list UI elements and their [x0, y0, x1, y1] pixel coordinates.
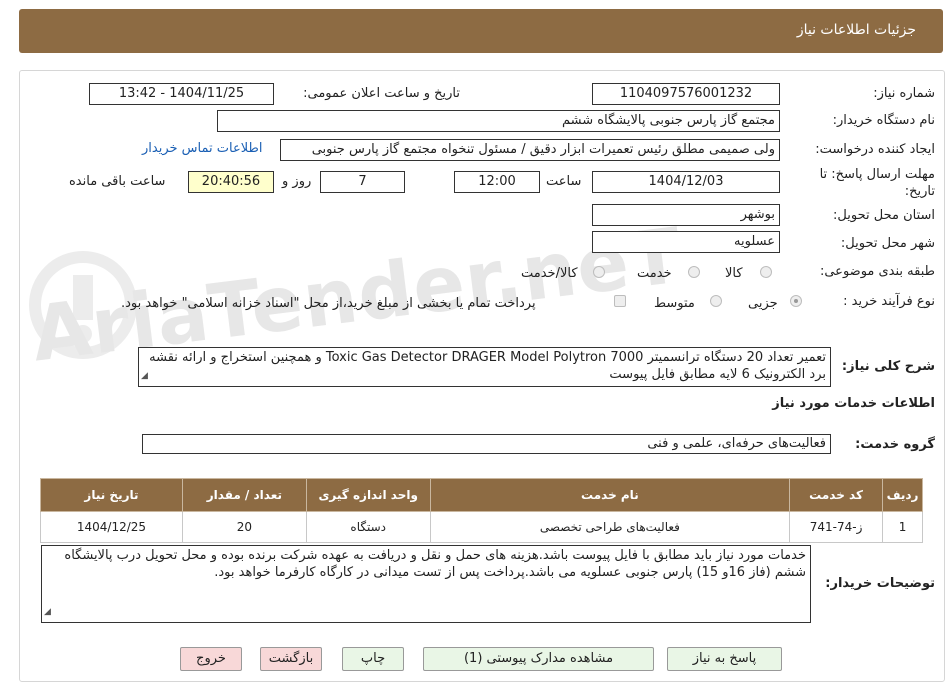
city-label: شهر محل تحویل:: [840, 236, 935, 251]
remaining-time-field[interactable]: 20:40:56: [188, 171, 274, 193]
process-radio-medium[interactable]: [710, 295, 722, 307]
buyer-notes-label: توضیحات خریدار:: [825, 576, 935, 591]
resize-handle-icon[interactable]: ◢: [141, 368, 148, 385]
summary-textarea[interactable]: تعمیر تعداد 20 دستگاه ترانسمیتر Toxic Ga…: [138, 347, 831, 387]
col-header-unit: واحد اندازه گیری: [305, 478, 431, 512]
buyer-notes-text: خدمات مورد نیاز باید مطابق با فایل پیوست…: [64, 548, 806, 580]
print-button[interactable]: چاپ: [342, 647, 404, 671]
treasury-payment-checkbox[interactable]: [614, 295, 626, 307]
cell-row-number: 1: [882, 511, 923, 543]
buyer-field[interactable]: مجتمع گاز پارس جنوبی پالایشگاه ششم: [217, 110, 780, 132]
view-attachments-button[interactable]: مشاهده مدارک پیوستی (1): [423, 647, 654, 671]
need-number-label: شماره نیاز:: [873, 86, 935, 101]
deadline-time-field[interactable]: 12:00: [454, 171, 540, 193]
resize-handle-icon[interactable]: ◢: [44, 604, 51, 621]
need-number-field[interactable]: 1104097576001232: [592, 83, 780, 105]
process-option-medium: متوسط: [654, 296, 695, 311]
remaining-time-label: ساعت باقی مانده: [69, 174, 166, 189]
announce-label: تاریخ و ساعت اعلان عمومی:: [303, 86, 460, 101]
deadline-label: مهلت ارسال پاسخ: تا: [819, 167, 935, 182]
city-field[interactable]: عسلویه: [592, 231, 780, 253]
cell-unit: دستگاه: [305, 511, 431, 543]
deadline-time-label: ساعت: [546, 174, 582, 189]
days-remaining-field[interactable]: 7: [320, 171, 405, 193]
exit-button[interactable]: خروج: [180, 647, 242, 671]
creator-field[interactable]: ولی صمیمی مطلق رئیس تعمیرات ابزار دقیق /…: [280, 139, 780, 161]
cell-service-name: فعالیت‌های طراحی تخصصی: [429, 511, 791, 543]
reply-button[interactable]: پاسخ به نیاز: [667, 647, 782, 671]
announce-datetime-field[interactable]: 1404/11/25 - 13:42: [89, 83, 274, 105]
category-radio-goods[interactable]: [760, 266, 772, 278]
treasury-payment-note: پرداخت تمام یا بخشی از مبلغ خرید،از محل …: [121, 296, 536, 311]
deadline-date-field[interactable]: 1404/12/03: [592, 171, 780, 193]
col-header-quantity: تعداد / مقدار: [181, 478, 307, 512]
creator-label: ایجاد کننده درخواست:: [815, 142, 935, 157]
col-header-service-name: نام خدمت: [429, 478, 791, 512]
category-radio-goods-service[interactable]: [593, 266, 605, 278]
buyer-notes-textarea[interactable]: خدمات مورد نیاز باید مطابق با فایل پیوست…: [41, 545, 811, 623]
category-option-service: خدمت: [637, 266, 672, 281]
col-header-service-code: کد خدمت: [789, 478, 884, 512]
buyer-label: نام دستگاه خریدار:: [832, 113, 935, 128]
category-option-goods-service: کالا/خدمت: [521, 266, 578, 281]
col-header-row-number: ردیف: [882, 478, 923, 512]
summary-label: شرح کلی نیاز:: [841, 359, 935, 374]
deadline-label-date: تاریخ:: [904, 184, 935, 199]
page-title: جزئیات اطلاعات نیاز: [796, 22, 916, 38]
process-radio-minor[interactable]: [790, 295, 802, 307]
province-label: استان محل تحویل:: [833, 208, 935, 223]
process-label: نوع فرآیند خرید :: [843, 294, 935, 309]
province-field[interactable]: بوشهر: [592, 204, 780, 226]
cell-service-code: ز-74-741: [789, 511, 884, 543]
cell-quantity: 20: [181, 511, 307, 543]
category-radio-service[interactable]: [688, 266, 700, 278]
process-option-minor: جزیی: [748, 296, 778, 311]
category-label: طبقه بندی موضوعی:: [819, 264, 935, 279]
days-label: روز و: [282, 174, 312, 189]
service-group-field[interactable]: فعالیت‌های حرفه‌ای، علمی و فنی: [142, 434, 831, 454]
category-option-goods: کالا: [725, 266, 743, 281]
service-group-label: گروه خدمت:: [855, 437, 935, 452]
col-header-need-date: تاریخ نیاز: [40, 478, 183, 512]
page-header: جزئیات اطلاعات نیاز: [19, 9, 943, 53]
services-heading: اطلاعات خدمات مورد نیاز: [772, 396, 935, 411]
services-table: ردیف کد خدمت نام خدمت واحد اندازه گیری ت…: [40, 478, 923, 543]
cell-need-date: 1404/12/25: [40, 511, 183, 543]
table-row[interactable]: 1 ز-74-741 فعالیت‌های طراحی تخصصی دستگاه…: [40, 511, 923, 543]
buyer-contact-link[interactable]: اطلاعات تماس خریدار: [142, 141, 262, 156]
table-header-row: ردیف کد خدمت نام خدمت واحد اندازه گیری ت…: [40, 478, 923, 512]
back-button[interactable]: بازگشت: [260, 647, 322, 671]
summary-text: تعمیر تعداد 20 دستگاه ترانسمیتر Toxic Ga…: [149, 350, 826, 382]
